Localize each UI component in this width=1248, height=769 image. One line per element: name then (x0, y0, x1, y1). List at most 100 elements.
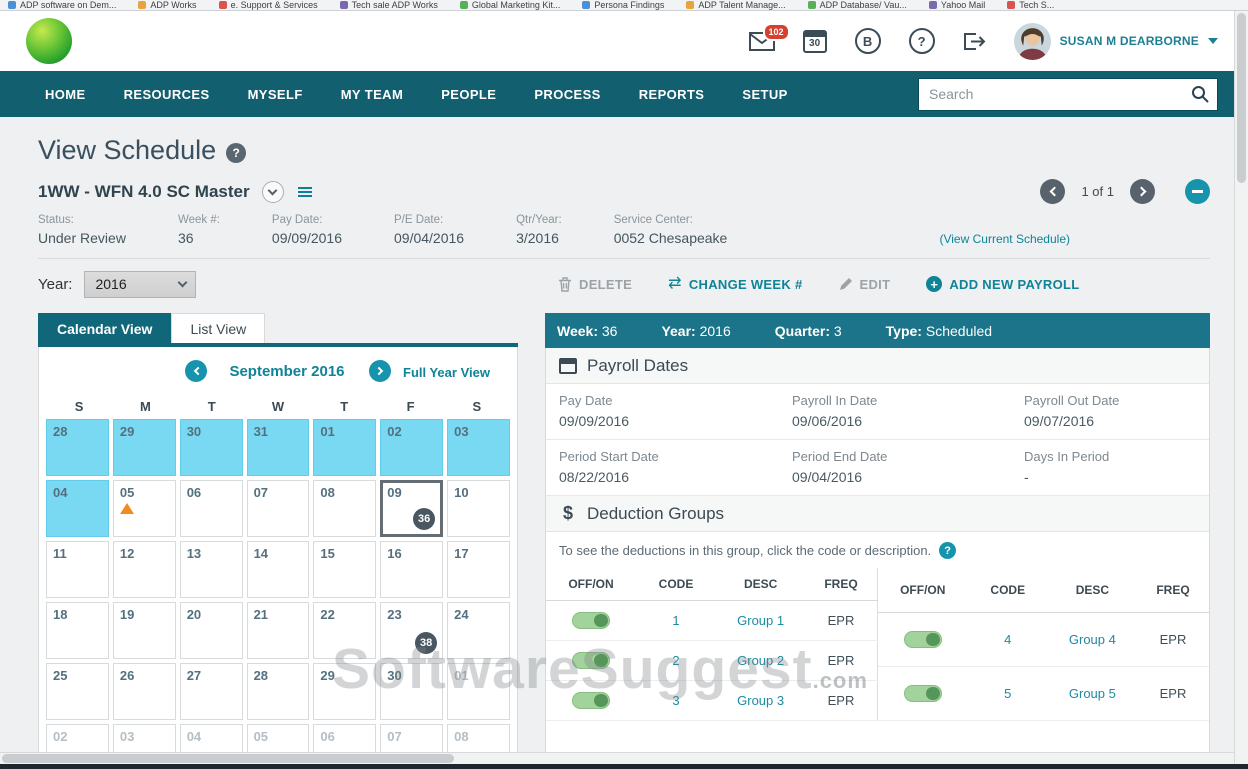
full-year-view-link[interactable]: Full Year View (403, 365, 490, 380)
calendar-day-cell[interactable]: 30 (380, 663, 443, 720)
calendar-day-cell[interactable]: 2338 (380, 602, 443, 659)
note-help-icon[interactable] (939, 542, 956, 559)
deduction-desc-link[interactable]: Group 5 (1069, 686, 1116, 701)
calendar-day-cell[interactable]: 02 (380, 419, 443, 476)
search-icon[interactable] (1191, 85, 1209, 103)
calendar-day-cell[interactable]: 14 (247, 541, 310, 598)
calendar-day-cell[interactable]: 11 (46, 541, 109, 598)
bookmark-item[interactable]: e. Support & Services (219, 0, 318, 10)
calendar-day-cell[interactable]: 13 (180, 541, 243, 598)
logout-button[interactable] (963, 32, 986, 51)
horizontal-scrollbar-thumb[interactable] (2, 754, 454, 763)
on-off-toggle[interactable] (572, 692, 610, 709)
nav-item-people[interactable]: PEOPLE (441, 87, 496, 102)
nav-item-setup[interactable]: SETUP (742, 87, 787, 102)
calendar-day-cell[interactable]: 31 (247, 419, 310, 476)
deduction-code-link[interactable]: 3 (672, 693, 679, 708)
calendar-day-cell[interactable]: 17 (447, 541, 510, 598)
next-schedule-button[interactable] (1130, 179, 1155, 204)
calendar-day-cell[interactable]: 0936 (380, 480, 443, 537)
on-off-toggle[interactable] (572, 612, 610, 629)
bookmark-item[interactable]: Global Marketing Kit... (460, 0, 561, 10)
bookmark-item[interactable]: ADP software on Dem... (8, 0, 116, 10)
bookmark-item[interactable]: Yahoo Mail (929, 0, 985, 10)
brand-b-button[interactable]: B (855, 28, 881, 54)
nav-item-home[interactable]: HOME (45, 87, 86, 102)
calendar-day-cell[interactable]: 04 (46, 480, 109, 537)
calendar-day-cell[interactable]: 05 (113, 480, 176, 537)
calendar-day-cell[interactable]: 18 (46, 602, 109, 659)
calendar-day-cell[interactable]: 29 (313, 663, 376, 720)
vertical-scrollbar-thumb[interactable] (1237, 13, 1246, 183)
calendar-day-cell[interactable]: 01 (313, 419, 376, 476)
week-number-badge[interactable]: 38 (415, 632, 437, 654)
calendar-day-cell[interactable]: 28 (247, 663, 310, 720)
delete-button[interactable]: DELETE (558, 277, 632, 292)
deduction-code-link[interactable]: 4 (1004, 632, 1011, 647)
next-month-button[interactable] (369, 360, 391, 382)
deduction-code-link[interactable]: 2 (672, 653, 679, 668)
deduction-code-link[interactable]: 5 (1004, 686, 1011, 701)
deduction-desc-link[interactable]: Group 3 (737, 693, 784, 708)
bookmark-item[interactable]: ADP Talent Manage... (686, 0, 785, 10)
calendar-day-cell[interactable]: 12 (113, 541, 176, 598)
tab-calendar-view[interactable]: Calendar View (38, 313, 171, 343)
deduction-desc-link[interactable]: Group 2 (737, 653, 784, 668)
calendar-day-cell[interactable]: 07 (247, 480, 310, 537)
calendar-day-cell[interactable]: 28 (46, 419, 109, 476)
calendar-day-cell[interactable]: 26 (113, 663, 176, 720)
bookmark-item[interactable]: Persona Findings (582, 0, 664, 10)
calendar-day-cell[interactable]: 20 (180, 602, 243, 659)
view-current-schedule-link[interactable]: (View Current Schedule) (939, 232, 1070, 246)
deduction-desc-link[interactable]: Group 4 (1069, 632, 1116, 647)
prev-month-button[interactable] (185, 360, 207, 382)
help-bubble-button[interactable] (909, 28, 935, 54)
calendar-day-cell[interactable]: 08 (313, 480, 376, 537)
calendar-day-cell[interactable]: 19 (113, 602, 176, 659)
deduction-desc-link[interactable]: Group 1 (737, 613, 784, 628)
calendar-day-cell[interactable]: 21 (247, 602, 310, 659)
calendar-day-cell[interactable]: 16 (380, 541, 443, 598)
on-off-toggle[interactable] (572, 652, 610, 669)
collapse-button[interactable] (1185, 179, 1210, 204)
adp-logo-icon[interactable] (26, 18, 72, 64)
year-select[interactable]: 2016 (84, 271, 196, 298)
menu-icon[interactable] (298, 187, 312, 197)
change-week-button[interactable]: ⇄CHANGE WEEK # (668, 276, 802, 292)
calendar-day-cell[interactable]: 29 (113, 419, 176, 476)
calendar-day-cell[interactable]: 10 (447, 480, 510, 537)
horizontal-scrollbar[interactable] (0, 752, 1234, 764)
calendar-day-cell[interactable]: 15 (313, 541, 376, 598)
bookmark-item[interactable]: ADP Works (138, 0, 196, 10)
on-off-toggle[interactable] (904, 631, 942, 648)
bookmark-item[interactable]: Tech sale ADP Works (340, 0, 438, 10)
page-help-icon[interactable] (226, 143, 246, 163)
nav-item-resources[interactable]: RESOURCES (124, 87, 210, 102)
calendar-day-cell[interactable]: 27 (180, 663, 243, 720)
nav-item-process[interactable]: PROCESS (534, 87, 600, 102)
calendar-day-cell[interactable]: 06 (180, 480, 243, 537)
calendar-day-cell[interactable]: 01 (447, 663, 510, 720)
user-name[interactable]: SUSAN M DEARBORNE (1060, 34, 1199, 48)
calendar-day-cell[interactable]: 22 (313, 602, 376, 659)
calendar-day-cell[interactable]: 24 (447, 602, 510, 659)
vertical-scrollbar[interactable] (1234, 11, 1248, 764)
messages-button[interactable]: 102 (749, 32, 775, 51)
tab-list-view[interactable]: List View (171, 313, 265, 343)
deduction-code-link[interactable]: 1 (672, 613, 679, 628)
schedule-dropdown-button[interactable] (262, 181, 284, 203)
calendar-button[interactable]: 30 (803, 30, 827, 53)
bookmark-item[interactable]: Tech S... (1007, 0, 1054, 10)
week-number-badge[interactable]: 36 (413, 508, 435, 530)
avatar[interactable] (1014, 23, 1051, 60)
on-off-toggle[interactable] (904, 685, 942, 702)
prev-schedule-button[interactable] (1040, 179, 1065, 204)
search-input[interactable] (929, 86, 1191, 102)
nav-item-myself[interactable]: MYSELF (248, 87, 303, 102)
bookmark-item[interactable]: ADP Database/ Vau... (808, 0, 907, 10)
calendar-day-cell[interactable]: 03 (447, 419, 510, 476)
calendar-day-cell[interactable]: 25 (46, 663, 109, 720)
calendar-day-cell[interactable]: 30 (180, 419, 243, 476)
add-new-payroll-button[interactable]: +ADD NEW PAYROLL (926, 276, 1079, 292)
user-menu[interactable]: SUSAN M DEARBORNE (1014, 23, 1218, 60)
